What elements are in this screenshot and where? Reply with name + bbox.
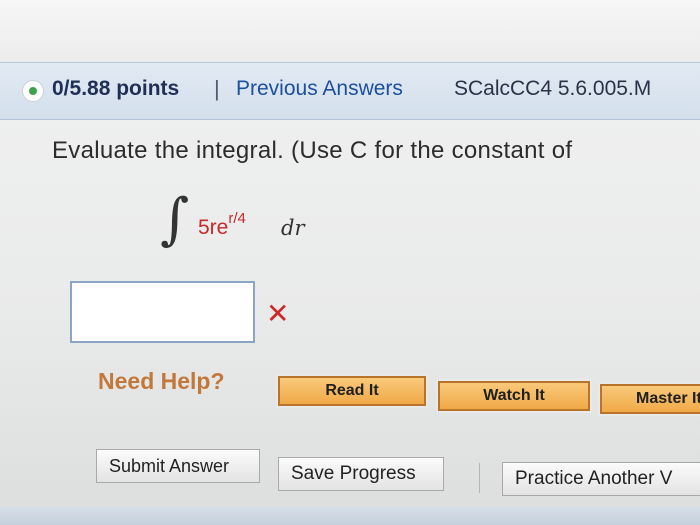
button-divider <box>479 463 480 493</box>
submit-answer-button[interactable]: Submit Answer <box>96 449 260 483</box>
answer-input[interactable] <box>70 281 255 343</box>
top-strip <box>0 0 700 62</box>
problem-code: SCalcCC4 5.6.005.M <box>454 77 652 100</box>
integrand-base: 5re <box>198 216 229 239</box>
previous-answers-link[interactable]: Previous Answers <box>236 76 403 102</box>
master-it-button[interactable]: Master It <box>598 382 700 416</box>
watch-it-button[interactable]: Watch It <box>436 379 592 413</box>
differential: dr <box>281 216 305 240</box>
integrand-exponent: r/4 <box>228 210 246 227</box>
header-separator: | <box>214 76 220 101</box>
practice-another-button[interactable]: Practice Another V <box>502 462 700 496</box>
read-it-button[interactable]: Read It <box>276 374 428 408</box>
green-dot-icon <box>22 80 44 102</box>
x-mark-icon: ✕ <box>266 298 290 329</box>
integral-symbol: ∫ <box>160 187 190 252</box>
question-prompt: Evaluate the integral. (Use C for the co… <box>52 137 573 164</box>
bottom-strip <box>0 507 700 525</box>
points-label: 0/5.88 points <box>52 77 180 100</box>
integrand: 5rer/4 <box>198 210 246 240</box>
need-help-label: Need Help? <box>98 368 225 394</box>
save-progress-button[interactable]: Save Progress <box>278 457 444 491</box>
